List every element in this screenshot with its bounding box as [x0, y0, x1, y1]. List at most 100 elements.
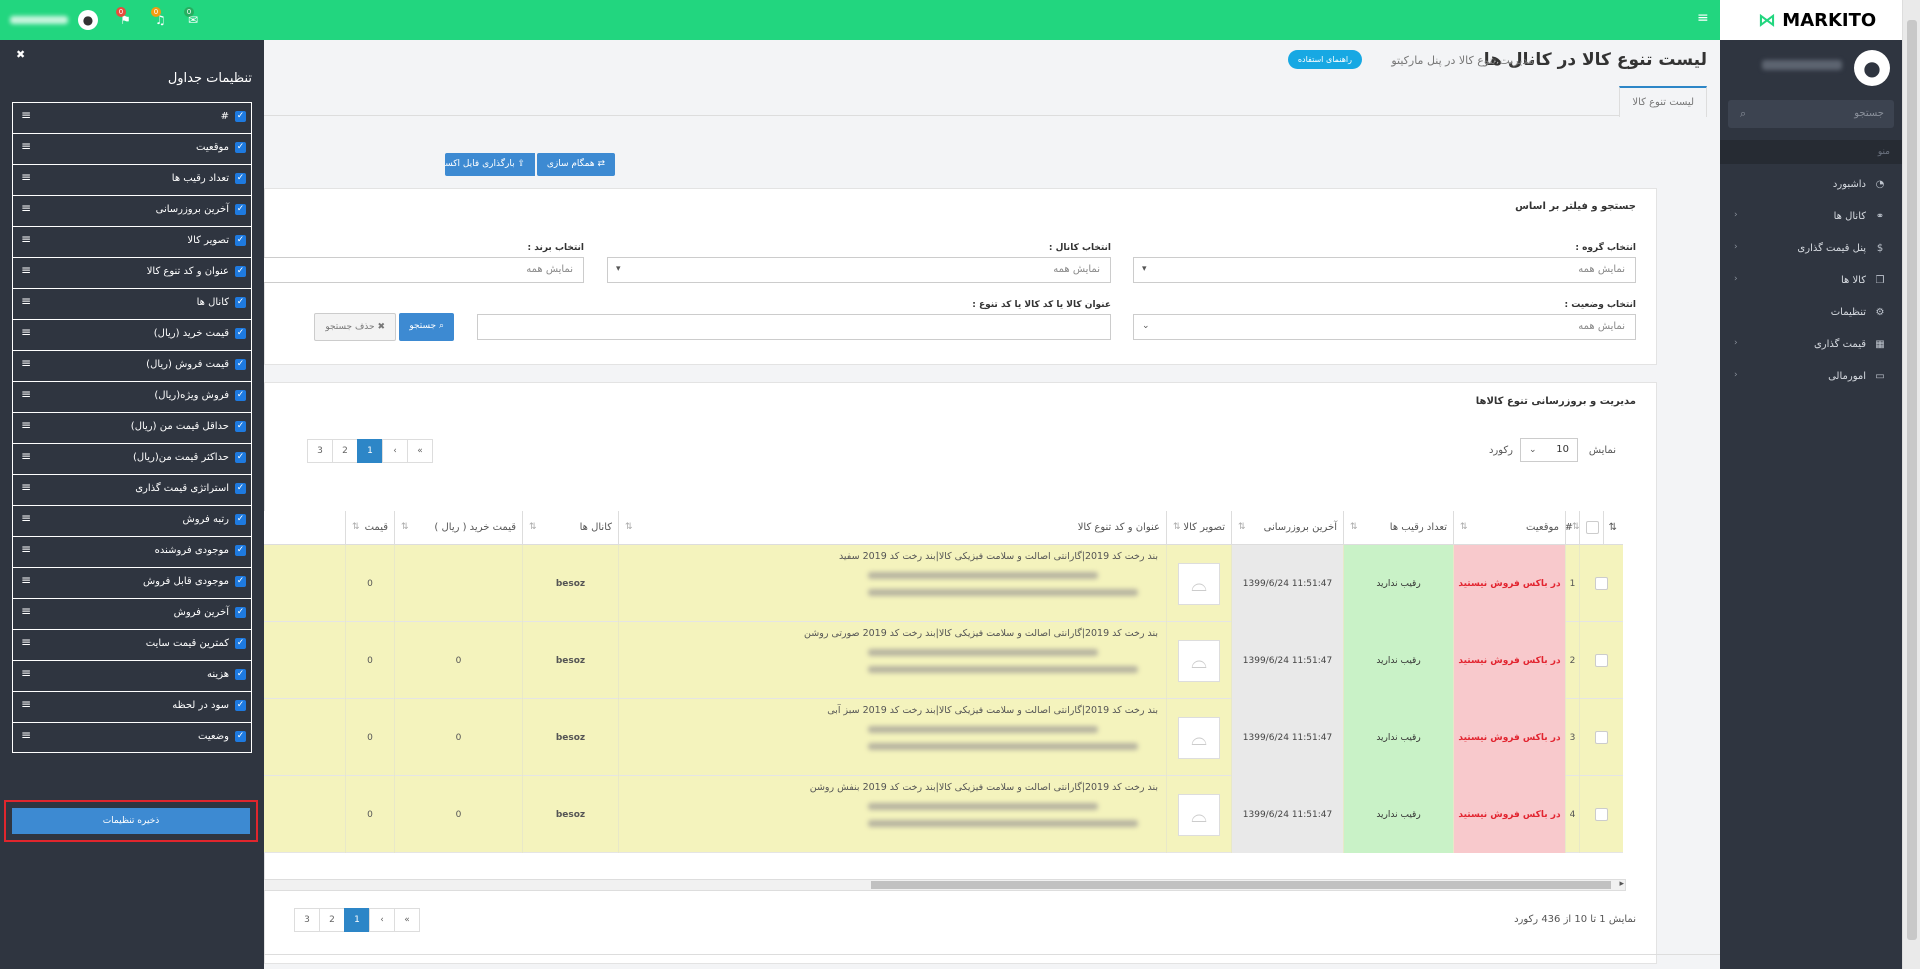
pager-first-icon[interactable]: « — [407, 439, 433, 463]
pager-page-1[interactable]: 1 — [344, 908, 370, 932]
column-visibility-checkbox[interactable]: ✓ — [235, 297, 246, 308]
column-visibility-checkbox[interactable]: ✓ — [235, 359, 246, 370]
user-avatar-icon[interactable]: ● — [78, 10, 98, 30]
drag-handle-icon[interactable]: ≡ — [21, 449, 31, 463]
column-visibility-checkbox[interactable]: ✓ — [235, 204, 246, 215]
channel-select[interactable]: نمایش همه ▾ — [607, 257, 1111, 283]
close-icon[interactable]: ✖ — [16, 48, 25, 61]
column-visibility-checkbox[interactable]: ✓ — [235, 390, 246, 401]
column-visibility-checkbox[interactable]: ✓ — [235, 173, 246, 184]
column-visibility-checkbox[interactable]: ✓ — [235, 607, 246, 618]
drag-handle-icon[interactable]: ≡ — [21, 356, 31, 370]
drag-handle-icon[interactable]: ≡ — [21, 387, 31, 401]
pager-page-3[interactable]: 3 — [294, 908, 320, 932]
pager-page-2[interactable]: 2 — [332, 439, 358, 463]
drag-handle-icon[interactable]: ≡ — [21, 418, 31, 432]
table-horizontal-scrollbar[interactable]: ▸ — [263, 879, 1626, 891]
help-button[interactable]: راهنمای استفاده — [1287, 50, 1362, 69]
column-visibility-checkbox[interactable]: ✓ — [235, 576, 246, 587]
channel-logo[interactable]: besoz — [556, 733, 585, 743]
envelope-icon[interactable]: ✉ 0 — [184, 7, 198, 27]
flag-icon[interactable]: ⚑ 0 — [116, 7, 131, 27]
markito-logo[interactable]: ⋈ MARKITO — [1758, 10, 1876, 31]
sidebar-item-1[interactable]: ⚭ کانال ها ‹ — [1720, 200, 1902, 232]
status-select[interactable]: نمایش همه ⌄ — [1133, 314, 1636, 340]
column-header[interactable]: آخرین بروزرسانی ⇅ — [1231, 511, 1343, 545]
sidebar-item-0[interactable]: ◔ داشبورد — [1720, 168, 1902, 200]
product-title[interactable]: بند رخت کد 2019|گارانتی اصالت و سلامت فی… — [627, 782, 1158, 793]
drag-handle-icon[interactable]: ≡ — [21, 666, 31, 680]
drag-handle-icon[interactable]: ≡ — [21, 635, 31, 649]
column-visibility-checkbox[interactable]: ✓ — [235, 514, 246, 525]
product-thumbnail[interactable]: ⌓ — [1178, 562, 1220, 605]
column-header[interactable]: کانال ها ⇅ — [522, 511, 618, 545]
pager-page-2[interactable]: 2 — [319, 908, 345, 932]
column-header[interactable]: تعداد رقیب ها ⇅ — [1343, 511, 1453, 545]
brand-select[interactable]: نمایش همه — [263, 257, 584, 283]
column-visibility-checkbox[interactable]: ✓ — [235, 700, 246, 711]
column-visibility-checkbox[interactable]: ✓ — [235, 483, 246, 494]
channel-logo[interactable]: besoz — [556, 656, 585, 666]
pager-prev-icon[interactable]: ‹ — [382, 439, 408, 463]
drag-handle-icon[interactable]: ≡ — [21, 139, 31, 153]
row-order-header[interactable]: ⇅ — [1603, 511, 1623, 545]
drag-handle-icon[interactable]: ≡ — [21, 263, 31, 277]
group-select[interactable]: نمایش همه ▾ — [1133, 257, 1636, 283]
sidebar-search-input[interactable]: جستجو ⌕ — [1728, 100, 1894, 128]
channel-logo[interactable]: besoz — [556, 810, 585, 820]
column-visibility-checkbox[interactable]: ✓ — [235, 731, 246, 742]
column-visibility-checkbox[interactable]: ✓ — [235, 545, 246, 556]
tab-variant-list[interactable]: لیست تنوع کالا — [1619, 86, 1707, 117]
clear-search-button[interactable]: ✖ حذف جستجو — [314, 313, 396, 341]
column-header[interactable]: موقعیت ⇅ — [1453, 511, 1565, 545]
query-input[interactable] — [477, 314, 1111, 340]
column-header[interactable]: تصویر کالا ⇅ — [1166, 511, 1231, 545]
row-checkbox[interactable] — [1595, 808, 1608, 821]
sidebar-item-4[interactable]: ⚙ تنظیمات — [1720, 296, 1902, 328]
column-visibility-checkbox[interactable]: ✓ — [235, 111, 246, 122]
product-title[interactable]: بند رخت کد 2019|گارانتی اصالت و سلامت فی… — [627, 551, 1158, 562]
pager-prev-icon[interactable]: ‹ — [369, 908, 395, 932]
page-vertical-scrollbar[interactable] — [1902, 0, 1920, 969]
drag-handle-icon[interactable]: ≡ — [21, 697, 31, 711]
drag-handle-icon[interactable]: ≡ — [21, 170, 31, 184]
column-visibility-checkbox[interactable]: ✓ — [235, 328, 246, 339]
column-header[interactable]: قیمت خرید ( ریال ) ⇅ — [394, 511, 522, 545]
product-title[interactable]: بند رخت کد 2019|گارانتی اصالت و سلامت فی… — [627, 705, 1158, 716]
select-all-header[interactable] — [1579, 511, 1603, 545]
column-header[interactable]: قیمت ⇅ — [345, 511, 394, 545]
hscroll-thumb[interactable] — [871, 881, 1611, 889]
product-thumbnail[interactable]: ⌓ — [1178, 793, 1220, 836]
bell-icon[interactable]: ♫ 0 — [151, 7, 166, 27]
scrollbar-thumb[interactable] — [1907, 20, 1917, 940]
row-checkbox[interactable] — [1595, 654, 1608, 667]
pager-page-1[interactable]: 1 — [357, 439, 383, 463]
sidebar-item-6[interactable]: ▭ امورمالی ‹ — [1720, 360, 1902, 392]
drag-handle-icon[interactable]: ≡ — [21, 232, 31, 246]
sidebar-avatar-icon[interactable]: ● — [1854, 50, 1890, 86]
column-visibility-checkbox[interactable]: ✓ — [235, 669, 246, 680]
column-visibility-checkbox[interactable]: ✓ — [235, 142, 246, 153]
column-header[interactable]: عنوان و کد تنوع کالا ⇅ — [618, 511, 1166, 545]
column-visibility-checkbox[interactable]: ✓ — [235, 452, 246, 463]
product-thumbnail[interactable]: ⌓ — [1178, 639, 1220, 682]
product-thumbnail[interactable]: ⌓ — [1178, 716, 1220, 759]
drag-handle-icon[interactable]: ≡ — [21, 480, 31, 494]
sidebar-item-5[interactable]: ▦ قیمت گذاری ‹ — [1720, 328, 1902, 360]
column-visibility-checkbox[interactable]: ✓ — [235, 266, 246, 277]
channel-logo[interactable]: besoz — [556, 579, 585, 589]
column-header[interactable]: # ⇅ — [1565, 511, 1579, 545]
column-visibility-checkbox[interactable]: ✓ — [235, 638, 246, 649]
page-size-select[interactable]: 10 ⌄ — [1520, 438, 1578, 462]
row-checkbox[interactable] — [1595, 731, 1608, 744]
drag-handle-icon[interactable]: ≡ — [21, 325, 31, 339]
sync-button[interactable]: ⇄ همگام سازی — [536, 153, 615, 176]
drag-handle-icon[interactable]: ≡ — [21, 573, 31, 587]
drag-handle-icon[interactable]: ≡ — [21, 294, 31, 308]
product-title[interactable]: بند رخت کد 2019|گارانتی اصالت و سلامت فی… — [627, 628, 1158, 639]
column-visibility-checkbox[interactable]: ✓ — [235, 421, 246, 432]
pager-first-icon[interactable]: « — [394, 908, 420, 932]
row-checkbox[interactable] — [1595, 577, 1608, 590]
drag-handle-icon[interactable]: ≡ — [21, 201, 31, 215]
drag-handle-icon[interactable]: ≡ — [21, 604, 31, 618]
